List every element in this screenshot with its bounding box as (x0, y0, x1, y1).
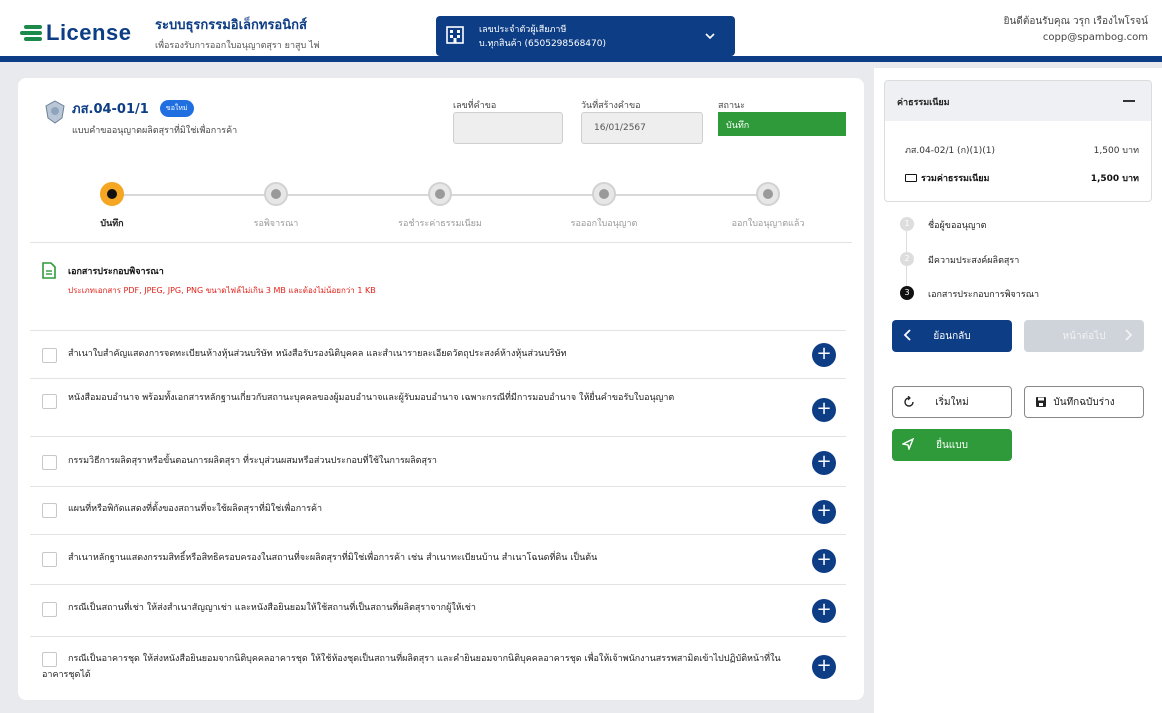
fee-line-item: ภส.04-02/1 (ก)(1)(1) 1,500 บาท (905, 143, 1139, 157)
step-dot (100, 182, 124, 206)
submit-button[interactable]: ยื่นแบบ (892, 429, 1012, 461)
add-file-button[interactable]: + (812, 655, 836, 679)
collapse-icon[interactable] (1123, 100, 1135, 102)
created-date-label: วันที่สร้างคำขอ (581, 101, 641, 111)
step-dot (428, 182, 452, 206)
documents-header: เอกสารประกอบพิจารณา ประเภทเอกสาร PDF, JP… (42, 262, 376, 297)
refresh-icon (904, 396, 914, 407)
user-email: copp@spambog.com (1042, 32, 1148, 43)
chevron-down-icon (705, 33, 715, 40)
excise-emblem-icon (45, 100, 65, 124)
form-code: ภส.04-01/1 (72, 102, 149, 117)
fee-total: รวมค่าธรรมเนียม 1,500 บาท (905, 171, 1139, 185)
system-title: ระบบธุรกรรมอิเล็กทรอนิกส์ (155, 18, 307, 33)
document-label: กรณีเป็นสถานที่เช่า ให้ส่งสำเนาสัญญาเช่า… (68, 603, 476, 613)
save-icon (1036, 397, 1046, 407)
save-draft-button[interactable]: บันทึกฉบับร่าง (1024, 386, 1144, 418)
document-row: กรณีเป็นอาคารชุด ให้ส่งหนังสือยินยอมจากน… (30, 636, 846, 700)
menu-number: 1 (900, 217, 914, 231)
system-subtitle: เพื่อรองรับการออกใบอนุญาตสุรา ยาสูบ ไพ่ (155, 41, 320, 51)
system-title-block: ระบบธุรกรรมอิเล็กทรอนิกส์ เพื่อรองรับการ… (155, 14, 320, 52)
new-request-badge: ขอใหม่ (159, 100, 194, 117)
cash-icon (905, 174, 917, 182)
menu-label: มีความประสงค์ผลิตสุรา (928, 256, 1020, 266)
menu-label: เอกสารประกอบการพิจารณา (928, 290, 1040, 300)
add-file-button[interactable]: + (812, 398, 836, 422)
chevron-left-icon (903, 329, 911, 341)
file-type-note: ประเภทเอกสาร PDF, JPEG, JPG, PNG ขนาดไฟล… (68, 286, 376, 295)
step-label: รอพิจารณา (253, 219, 299, 229)
add-file-button[interactable]: + (812, 500, 836, 524)
step-label: รอชำระค่าธรรมเนียม (398, 219, 482, 229)
step-license-issued: ออกใบอนุญาตแล้ว (698, 182, 838, 230)
user-info[interactable]: ยินดีต้อนรับคุณ วรุก เรืองไพโรจน์ copp@s… (1004, 14, 1148, 46)
document-row: สำเนาใบสำคัญแสดงการจดทะเบียนห้างหุ้นส่วน… (30, 330, 846, 378)
document-label: กรรมวิธีการผลิตสุราหรือขั้นตอนการผลิตสุร… (68, 456, 437, 466)
reset-button[interactable]: เริ่มใหม่ (892, 386, 1012, 418)
next-button[interactable]: หน้าต่อไป (1024, 320, 1144, 352)
fee-card: ค่าธรรมเนียม ภส.04-02/1 (ก)(1)(1) 1,500 … (884, 80, 1152, 202)
form-header: ภส.04-01/1 ขอใหม่ แบบคำขออนุญาตผลิตสุราท… (44, 98, 237, 137)
add-file-button[interactable]: + (812, 549, 836, 573)
status-label: สถานะ (718, 101, 745, 111)
logo-mark-icon (20, 25, 42, 41)
add-file-button[interactable]: + (812, 343, 836, 367)
step-label: รอออกใบอนุญาต (570, 219, 638, 229)
taxpayer-value: บ.ทุกสินค้า (6505298568470) (479, 39, 606, 49)
form-card: ภส.04-01/1 ขอใหม่ แบบคำขออนุญาตผลิตสุราท… (18, 78, 864, 700)
document-row: สำเนาหลักฐานแสดงกรรมสิทธิ์หรือสิทธิครอบค… (30, 534, 846, 584)
document-row: แผนที่หรือพิกัดแสดงที่ตั้งของสถานที่จะใช… (30, 486, 846, 534)
step-dot (592, 182, 616, 206)
step-dot (264, 182, 288, 206)
back-button[interactable]: ย้อนกลับ (892, 320, 1012, 352)
fee-line-value: 1,500 บาท (1093, 146, 1139, 156)
request-no-label: เลขที่คำขอ (453, 101, 497, 111)
document-row: หนังสือมอบอำนาจ พร้อมทั้งเอกสารหลักฐานเก… (30, 378, 846, 436)
app-header: License ระบบธุรกรรมอิเล็กทรอนิกส์ เพื่อร… (0, 0, 1162, 62)
step-awaiting-license: รอออกใบอนุญาต (534, 182, 674, 230)
step-label: ออกใบอนุญาตแล้ว (731, 219, 805, 229)
step-awaiting-fee: รอชำระค่าธรรมเนียม (370, 182, 510, 230)
send-icon (902, 438, 914, 450)
divider (30, 242, 852, 243)
form-description: แบบคำขออนุญาตผลิตสุราที่มิใช่เพื่อการค้า (72, 126, 238, 136)
fee-line-label: ภส.04-02/1 (ก)(1)(1) (905, 146, 996, 156)
document-label: สำเนาหลักฐานแสดงกรรมสิทธิ์หรือสิทธิครอบค… (68, 553, 598, 563)
taxpayer-label: เลขประจำตัวผู้เสียภาษี (479, 25, 567, 35)
building-icon (446, 26, 464, 44)
add-file-button[interactable]: + (812, 451, 836, 475)
document-label: หนังสือมอบอำนาจ พร้อมทั้งเอกสารหลักฐานเก… (68, 393, 675, 403)
add-file-button[interactable]: + (812, 599, 836, 623)
welcome-text: ยินดีต้อนรับคุณ วรุก เรืองไพโรจน์ (1003, 16, 1148, 27)
documents-title: เอกสารประกอบพิจารณา (68, 267, 164, 277)
document-row: กรรมวิธีการผลิตสุราหรือขั้นตอนการผลิตสุร… (30, 436, 846, 486)
request-no-field (453, 112, 563, 144)
menu-number: 2 (900, 252, 914, 266)
menu-label: ชื่อผู้ขออนุญาต (928, 221, 987, 231)
created-date-field: 16/01/2567 (581, 112, 703, 144)
step-label: บันทึก (100, 219, 124, 229)
logo-text: License (46, 20, 132, 45)
document-icon (42, 262, 56, 279)
document-row: กรณีเป็นสถานที่เช่า ให้ส่งสำเนาสัญญาเช่า… (30, 584, 846, 636)
fee-card-header: ค่าธรรมเนียม (885, 81, 1151, 121)
fee-total-label: รวมค่าธรรมเนียม (921, 174, 990, 184)
side-panel: ค่าธรรมเนียม ภส.04-02/1 (ก)(1)(1) 1,500 … (874, 68, 1162, 713)
taxpayer-selector[interactable]: เลขประจำตัวผู้เสียภาษี บ.ทุกสินค้า (6505… (436, 16, 735, 56)
step-saved: บันทึก (42, 182, 182, 230)
menu-number: 3 (900, 286, 914, 300)
document-label: สำเนาใบสำคัญแสดงการจดทะเบียนห้างหุ้นส่วน… (68, 349, 567, 359)
fee-total-value: 1,500 บาท (1090, 174, 1139, 184)
fee-title: ค่าธรรมเนียม (897, 98, 950, 108)
status-badge: บันทึก (718, 112, 846, 136)
document-label: กรณีเป็นอาคารชุด ให้ส่งหนังสือยินยอมจากน… (42, 654, 781, 680)
step-dot (756, 182, 780, 206)
chevron-right-icon (1125, 329, 1133, 341)
document-label: แผนที่หรือพิกัดแสดงที่ตั้งของสถานที่จะใช… (68, 504, 323, 514)
step-under-review: รอพิจารณา (206, 182, 346, 230)
license-logo[interactable]: License (20, 20, 131, 46)
